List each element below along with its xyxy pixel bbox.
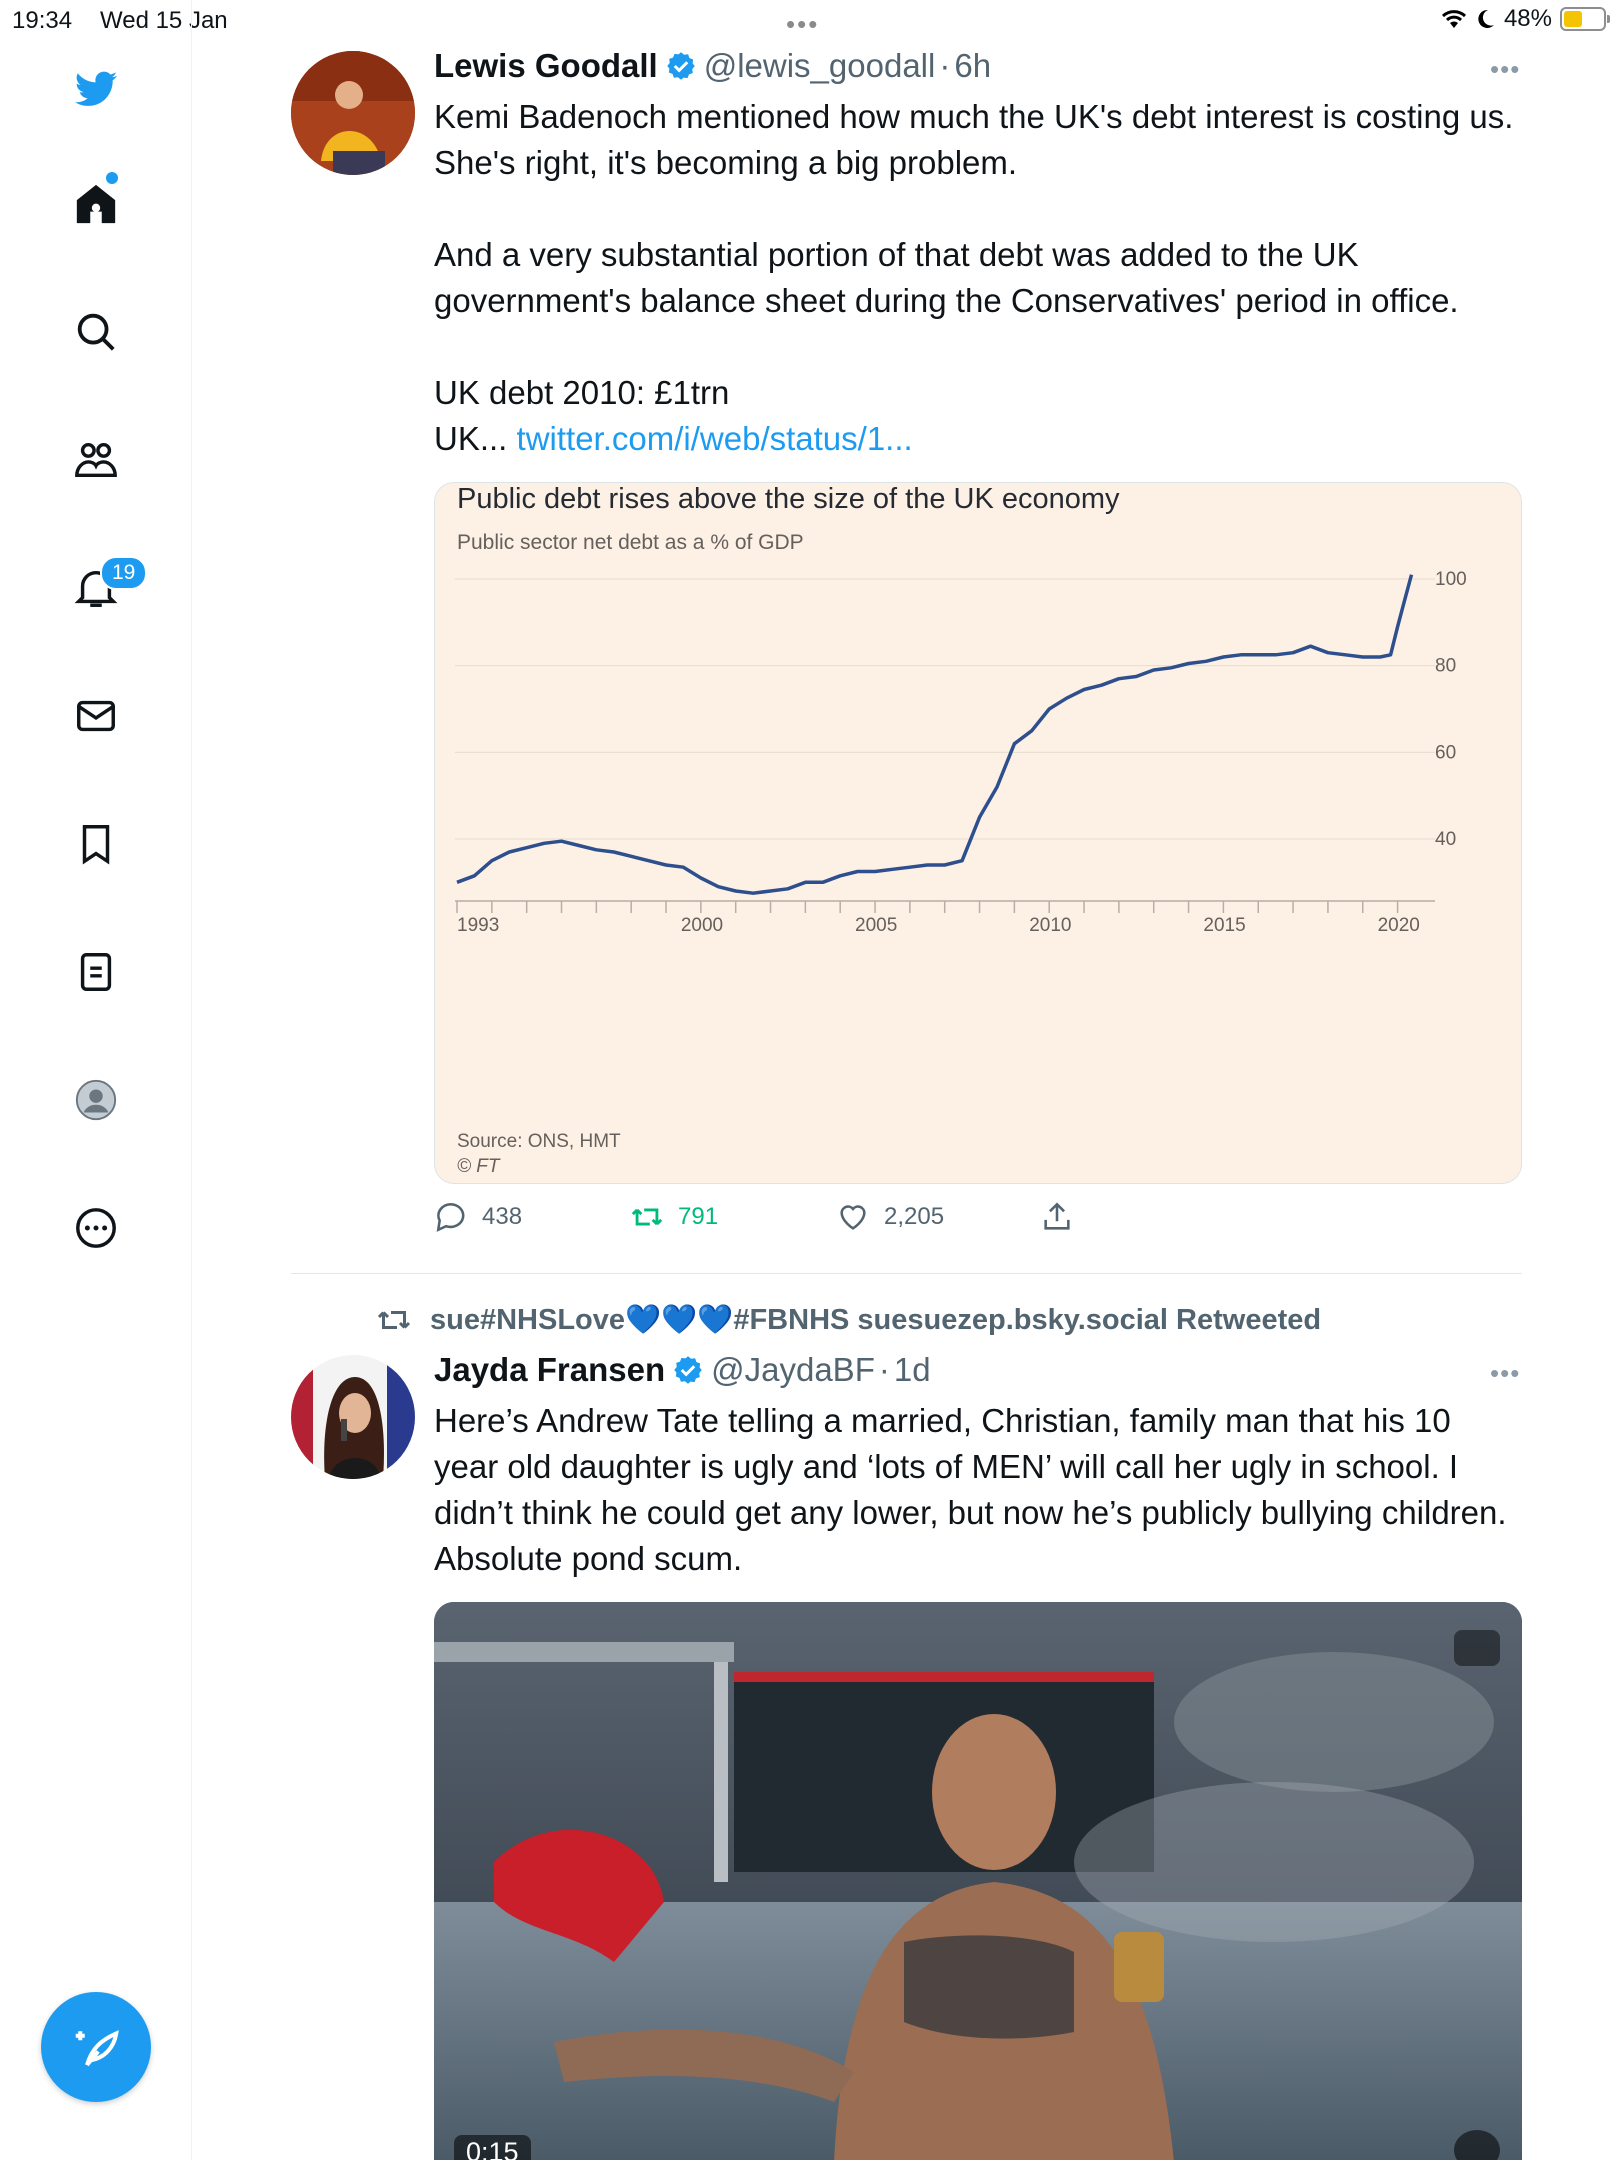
chart-y-tick-label: 40 <box>1435 829 1456 850</box>
chart-series-line <box>456 574 1414 895</box>
lewis-goodall-avatar[interactable] <box>291 51 415 175</box>
share-icon <box>1044 1202 1070 1230</box>
avatar-photo <box>291 1355 415 1479</box>
chart-card[interactable]: 40 60 80 100 1993 2000 2005 2010 2015 2020 Public… <box>434 482 1522 1184</box>
tweet2-video-player[interactable]: 0:15 <box>434 1602 1522 2160</box>
tweet1-text-p3: UK debt 2010: £1trn <box>434 374 730 411</box>
tweet1-text-truncated: UK... <box>434 420 517 457</box>
profile-avatar-icon[interactable] <box>66 1070 126 1130</box>
tweet1-more-icon[interactable]: ••• <box>1490 54 1520 85</box>
tweet2-more-icon[interactable]: ••• <box>1490 1358 1520 1389</box>
tweet1-separator: · <box>939 47 951 84</box>
chart-x-tick-label: 1993 <box>457 915 499 936</box>
tweet2-author-name[interactable]: Jayda Fransen <box>434 1351 665 1389</box>
retweeted-by-text: sue#NHSLove💙💙💙#FBNHS suesuezep.bsky.soci… <box>430 1304 1322 1336</box>
chart-x-tick-label: 2005 <box>855 915 897 936</box>
home-icon[interactable] <box>66 174 126 234</box>
status-bar: 19:34 Wed 15 Jan ••• 48% <box>0 0 1620 40</box>
battery-level <box>1564 11 1583 27</box>
tweet1-actions: 438 791 2,205 <box>434 1200 1134 1250</box>
retweet-count: 791 <box>678 1203 719 1230</box>
chart-x-tick-label: 2020 <box>1378 915 1420 936</box>
like-button[interactable]: 2,205 <box>836 1200 944 1234</box>
chart-source: Source: ONS, HMT <box>457 1131 621 1152</box>
like-count: 2,205 <box>884 1203 945 1230</box>
retweet-indicator-icon <box>377 1311 411 1329</box>
tweet2-header: Jayda Fransen @JaydaBF · 1d <box>434 1351 931 1389</box>
share-button[interactable] <box>1040 1200 1074 1234</box>
tweet1-text-p2: And a very substantial portion of that d… <box>434 236 1459 319</box>
retweeted-by-line[interactable]: sue#NHSLove💙💙💙#FBNHS suesuezep.bsky.soci… <box>376 1302 1321 1338</box>
reply-bubble-icon <box>436 1202 465 1232</box>
tweet2-separator: · <box>878 1351 890 1388</box>
chart-y-tick-label: 100 <box>1435 569 1467 590</box>
bookmarks-icon[interactable] <box>66 814 126 874</box>
debt-line-chart: 40 60 80 100 1993 2000 2005 2010 2015 2020 <box>455 569 1467 936</box>
lists-icon[interactable] <box>66 942 126 1002</box>
compose-feather-icon <box>75 2030 119 2067</box>
compose-tweet-button[interactable] <box>41 1992 151 2102</box>
heart-icon <box>840 1205 866 1230</box>
retweet-icon <box>631 1208 663 1226</box>
verified-badge-icon <box>674 1356 702 1384</box>
multitasking-dots-icon[interactable]: ••• <box>786 9 819 40</box>
notification-count-badge: 19 <box>100 556 148 590</box>
tweet1-link[interactable]: twitter.com/i/web/status/1... <box>517 420 913 457</box>
battery-percent: 48% <box>1503 5 1552 32</box>
tweet1-text-p1: Kemi Badenoch mentioned how much the UK'… <box>434 98 1523 181</box>
tweet1-header: Lewis Goodall @lewis_goodall · 6h <box>434 47 991 85</box>
communities-icon[interactable] <box>66 430 126 490</box>
home-unread-dot <box>106 172 118 184</box>
tweet-divider <box>291 1273 1522 1274</box>
avatar-photo <box>291 51 415 175</box>
video-frame <box>434 1602 1522 2160</box>
verified-badge-icon <box>666 52 695 80</box>
sidebar: 19 <box>0 0 192 2160</box>
chart-credit: © FT <box>457 1156 500 1177</box>
video-content-warning-icon[interactable] <box>1454 1630 1500 1666</box>
tweet1-author-name[interactable]: Lewis Goodall <box>434 47 658 85</box>
jayda-fransen-avatar[interactable] <box>291 1355 415 1479</box>
tweet1-handle[interactable]: @lewis_goodall <box>704 47 936 85</box>
chart-y-tick-label: 80 <box>1435 656 1456 677</box>
search-icon[interactable] <box>66 302 126 362</box>
retweet-button[interactable]: 791 <box>630 1200 718 1234</box>
reply-button[interactable]: 438 <box>434 1200 522 1234</box>
chart-x-tick-label: 2000 <box>681 915 723 936</box>
moon-icon <box>1478 9 1494 28</box>
battery-icon <box>1560 7 1610 31</box>
tweet1-text-p4: UK... twitter.com/i/web/status/1... <box>434 416 1524 462</box>
reply-count: 438 <box>482 1203 523 1230</box>
chart-x-tick-label: 2010 <box>1029 915 1071 936</box>
messages-envelope-icon[interactable] <box>66 686 126 746</box>
tweet1-timestamp[interactable]: 6h <box>954 47 991 85</box>
video-timestamp: 0:15 <box>454 2135 531 2160</box>
tweet2-timestamp[interactable]: 1d <box>894 1351 931 1389</box>
chart-x-tick-label: 2015 <box>1203 915 1245 936</box>
chart-subtitle: Public sector net debt as a % of GDP <box>457 531 804 554</box>
twitter-logo-icon[interactable] <box>66 60 126 120</box>
more-options-circle-icon[interactable] <box>66 1198 126 1258</box>
wifi-icon <box>1441 10 1466 28</box>
tweet2-text: Here’s Andrew Tate telling a married, Ch… <box>434 1402 1514 1577</box>
chart-title: Public debt rises above the size of the … <box>457 483 1120 515</box>
chart-y-tick-label: 60 <box>1435 742 1456 763</box>
status-right: 48% <box>1440 5 1610 33</box>
tweet2-handle[interactable]: @JaydaBF <box>711 1351 875 1389</box>
